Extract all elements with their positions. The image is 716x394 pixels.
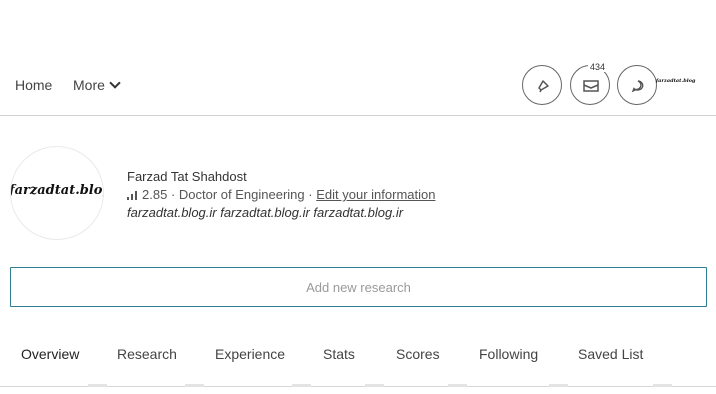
- tab-separator: [549, 384, 568, 387]
- profile-degree: Doctor of Engineering: [178, 187, 305, 202]
- chat-bubble-icon: [631, 80, 644, 93]
- tab-separator: [365, 384, 384, 387]
- tab-separator: [292, 384, 311, 387]
- envelope-icon: [583, 80, 599, 92]
- edit-information-link[interactable]: Edit your information: [316, 187, 435, 202]
- top-navigation: Home More 434 farzadtat.blog: [0, 62, 716, 116]
- signal-bars-icon: [127, 190, 138, 200]
- avatar-logo-text: farzadtat.blog.ir: [10, 183, 103, 198]
- tab-stats[interactable]: Stats: [323, 346, 355, 362]
- nav-home-link[interactable]: Home: [15, 77, 52, 93]
- tab-following[interactable]: Following: [479, 346, 538, 362]
- tab-research[interactable]: Research: [117, 346, 177, 362]
- meta-separator-2: ·: [308, 187, 313, 202]
- profile-avatar[interactable]: farzadtat.blog.ir: [10, 146, 104, 240]
- add-research-placeholder: Add new research: [306, 279, 411, 295]
- tab-separator: [88, 384, 107, 387]
- profile-meta: 2.85 · Doctor of Engineering · Edit your…: [127, 187, 435, 202]
- profile-tagline: farzadtat.blog.ir farzadtat.blog.ir farz…: [127, 205, 404, 220]
- notifications-button[interactable]: [522, 65, 562, 105]
- profile-name: Farzad Tat Shahdost: [127, 169, 247, 184]
- tab-scores[interactable]: Scores: [396, 346, 440, 362]
- bell-icon: [538, 80, 549, 93]
- tab-separator: [448, 384, 467, 387]
- profile-score: 2.85: [142, 187, 168, 202]
- meta-separator: ·: [170, 187, 176, 202]
- user-avatar-small[interactable]: farzadtat.blog: [656, 78, 695, 84]
- nav-more-menu[interactable]: More: [73, 77, 121, 93]
- nav-more-label: More: [73, 77, 105, 93]
- tab-separator: [653, 384, 672, 387]
- tab-separator: [185, 384, 204, 387]
- tabs-divider: [0, 386, 716, 387]
- tab-experience[interactable]: Experience: [215, 346, 285, 362]
- chat-button[interactable]: [617, 65, 657, 105]
- header-divider: [0, 115, 716, 116]
- tab-saved-list[interactable]: Saved List: [578, 346, 643, 362]
- message-count-badge: 434: [588, 62, 608, 72]
- add-research-input[interactable]: Add new research: [10, 267, 707, 307]
- tab-overview[interactable]: Overview: [21, 346, 79, 362]
- chevron-down-icon: [109, 77, 121, 89]
